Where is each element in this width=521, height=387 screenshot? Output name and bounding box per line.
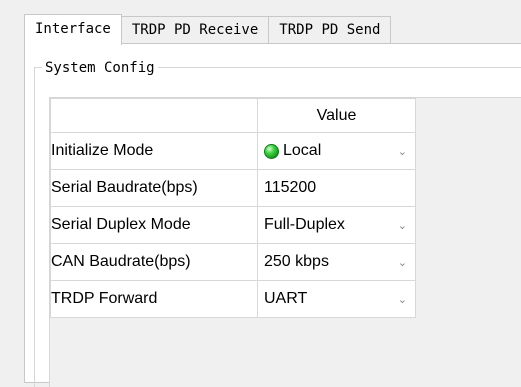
can-baudrate-select[interactable]: 250 kbps ⌄ <box>257 243 416 281</box>
chevron-down-icon: ⌄ <box>397 219 407 232</box>
config-grid: Value Initialize Mode Local ⌄ Serial Bau… <box>50 98 416 318</box>
value-column-header: Value <box>257 98 416 133</box>
serial-baudrate-value: 115200 <box>264 179 317 196</box>
tab-trdp-pd-send[interactable]: TRDP PD Send <box>268 16 392 44</box>
serial-baudrate-field[interactable]: 115200 <box>257 169 416 207</box>
chevron-down-icon: ⌄ <box>397 145 407 158</box>
table-row: TRDP Forward UART ⌄ <box>50 280 416 318</box>
grid-corner <box>50 98 258 133</box>
table-row: CAN Baudrate(bps) 250 kbps ⌄ <box>50 243 416 281</box>
row-label: Serial Baudrate(bps) <box>50 169 258 207</box>
chevron-down-icon: ⌄ <box>397 256 407 269</box>
chevron-down-icon: ⌄ <box>397 293 407 306</box>
trdp-forward-select[interactable]: UART ⌄ <box>257 280 416 318</box>
initialize-mode-value: Local <box>283 142 322 159</box>
row-label: Initialize Mode <box>50 132 258 170</box>
grid-header-row: Value <box>50 98 416 133</box>
initialize-mode-select[interactable]: Local ⌄ <box>257 132 416 170</box>
group-title: System Config <box>42 60 158 76</box>
serial-duplex-mode-select[interactable]: Full-Duplex ⌄ <box>257 206 416 244</box>
row-label: Serial Duplex Mode <box>50 206 258 244</box>
tab-interface[interactable]: Interface <box>24 14 122 45</box>
table-row: Serial Duplex Mode Full-Duplex ⌄ <box>50 206 416 244</box>
status-led-icon <box>264 143 279 159</box>
can-baudrate-value: 250 kbps <box>264 253 329 270</box>
tab-bar: Interface TRDP PD Receive TRDP PD Send <box>24 14 392 45</box>
table-row: Initialize Mode Local ⌄ <box>50 132 416 170</box>
serial-duplex-mode-value: Full-Duplex <box>264 216 345 233</box>
tab-trdp-pd-receive[interactable]: TRDP PD Receive <box>120 16 270 44</box>
trdp-forward-value: UART <box>264 290 308 307</box>
row-label: CAN Baudrate(bps) <box>50 243 258 281</box>
table-row: Serial Baudrate(bps) 115200 <box>50 169 416 207</box>
row-label: TRDP Forward <box>50 280 258 318</box>
